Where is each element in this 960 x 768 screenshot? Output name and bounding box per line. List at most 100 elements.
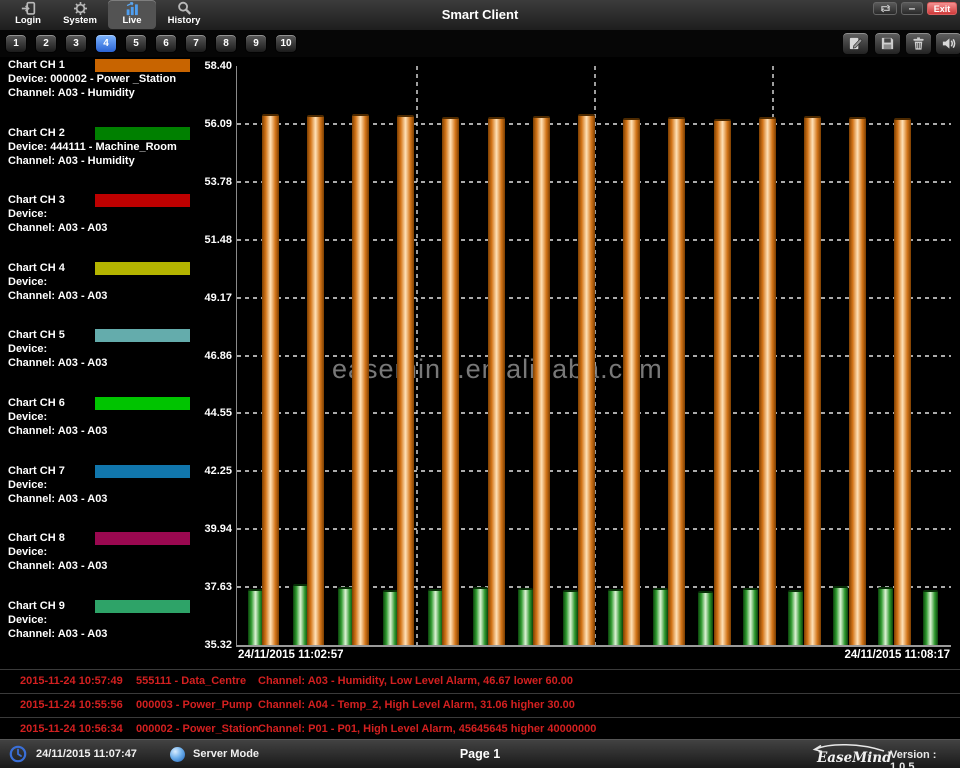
status-bar: 24/11/2015 11:07:47 Server Mode Page 1 E… — [0, 739, 960, 768]
y-axis-tick-label: 51.48 — [186, 234, 232, 246]
chart-bar-green-ch2 — [608, 589, 623, 645]
titlebar: LoginSystemLiveHistory Smart Client – Ex… — [0, 0, 960, 30]
channel-channel: Channel: A03 - Humidity — [8, 154, 230, 168]
chart-bar-green-ch2 — [293, 584, 308, 645]
exit-button[interactable]: Exit — [927, 2, 957, 15]
save-button[interactable] — [874, 32, 901, 55]
y-axis-tick-label: 44.55 — [186, 407, 232, 419]
audio-button[interactable] — [935, 32, 960, 55]
chart-bar-green-ch2 — [383, 590, 398, 645]
alarm-device: 000003 - Power_Pump — [136, 699, 252, 711]
y-axis-tick-label: 42.25 — [186, 465, 232, 477]
legend-item-ch2[interactable]: Chart CH 2Device: 444111 - Machine_RoomC… — [8, 126, 230, 168]
channel-device: Device: — [8, 275, 230, 289]
y-axis-tick-label: 58.40 — [186, 60, 232, 72]
page-tab-2[interactable]: 2 — [35, 34, 57, 53]
chart-bar-orange-ch1 — [894, 118, 911, 645]
channel-device: Device: — [8, 613, 230, 627]
page-tab-4[interactable]: 4 — [95, 34, 117, 53]
window-controls: – Exit — [873, 2, 957, 15]
chart-bar-green-ch2 — [428, 589, 443, 645]
chart-bar-orange-ch1 — [307, 115, 324, 645]
chart-bar-orange-ch1 — [804, 116, 821, 645]
channel-color-swatch — [95, 262, 190, 275]
edit-icon — [843, 36, 868, 51]
y-axis-tick-label: 49.17 — [186, 292, 232, 304]
channel-color-swatch — [95, 194, 190, 207]
version-label: Version : 1.0.5 — [890, 749, 960, 768]
channel-color-swatch — [95, 532, 190, 545]
chart-bar-green-ch2 — [878, 587, 893, 645]
page-tab-row: 123456789 10 — [0, 30, 960, 57]
chart-bar-orange-ch1 — [533, 116, 550, 645]
channel-color-swatch — [95, 465, 190, 478]
minimize-icon: – — [909, 4, 916, 13]
alarm-device: 555111 - Data_Centre — [136, 675, 246, 687]
channel-device: Device: — [8, 478, 230, 492]
smart-client-window: LoginSystemLiveHistory Smart Client – Ex… — [0, 0, 960, 768]
minimize-button[interactable]: – — [901, 2, 923, 15]
channel-color-swatch — [95, 127, 190, 140]
page-tab-8[interactable]: 8 — [215, 34, 237, 53]
alarm-message: Channel: P01 - P01, High Level Alarm, 45… — [258, 723, 596, 735]
app-title: Smart Client — [0, 7, 960, 22]
easemind-logo: EaseMind — [808, 742, 890, 768]
chart-plot-area: easemind.en.alibaba.com — [236, 66, 951, 647]
page-tab-7[interactable]: 7 — [185, 34, 207, 53]
alarm-time: 2015-11-24 10:55:56 — [20, 699, 123, 711]
y-axis-tick-label: 35.32 — [186, 639, 232, 651]
alarm-message: Channel: A04 - Temp_2, High Level Alarm,… — [258, 699, 575, 711]
page-tab-3[interactable]: 3 — [65, 34, 87, 53]
edit-button[interactable] — [842, 32, 869, 55]
page-tab-1[interactable]: 1 — [5, 34, 27, 53]
y-axis-tick-label: 37.63 — [186, 581, 232, 593]
y-axis-tick-label: 53.78 — [186, 176, 232, 188]
chart-bar-green-ch2 — [833, 586, 848, 645]
legend-item-ch3[interactable]: Chart CH 3Device:Channel: A03 - A03 — [8, 193, 230, 235]
chart-bar-orange-ch1 — [488, 117, 505, 645]
chart-bar-green-ch2 — [473, 587, 488, 645]
channel-channel: Channel: A03 - A03 — [8, 559, 230, 573]
channel-device: Device: — [8, 545, 230, 559]
chart-bar-orange-ch1 — [262, 114, 279, 645]
chart-bar-orange-ch1 — [442, 117, 459, 645]
channel-device: Device: 000002 - Power _Station — [8, 72, 230, 86]
save-icon — [875, 36, 900, 51]
switch-view-button[interactable] — [873, 2, 897, 15]
chart-bar-green-ch2 — [563, 590, 578, 645]
page-tab-5[interactable]: 5 — [125, 34, 147, 53]
channel-channel: Channel: A03 - A03 — [8, 424, 230, 438]
chart-bar-orange-ch1 — [352, 114, 369, 645]
channel-device: Device: 444111 - Machine_Room — [8, 140, 230, 154]
channel-color-swatch — [95, 329, 190, 342]
y-axis-tick-label: 56.09 — [186, 118, 232, 130]
channel-color-swatch — [95, 600, 190, 613]
switch-window-icon — [879, 0, 892, 18]
x-axis-start-label: 24/11/2015 11:02:57 — [238, 649, 344, 661]
alarm-message: Channel: A03 - Humidity, Low Level Alarm… — [258, 675, 573, 687]
channel-channel: Channel: A03 - A03 — [8, 492, 230, 506]
chart-bar-green-ch2 — [338, 587, 353, 645]
chart-bar-green-ch2 — [518, 588, 533, 645]
chart-bar-orange-ch1 — [578, 114, 595, 645]
brand-name: EaseMind — [817, 750, 892, 766]
chart-bar-orange-ch1 — [714, 119, 731, 645]
channel-color-swatch — [95, 59, 190, 72]
alarm-device: 000002 - Power_Station — [136, 723, 259, 735]
delete-button[interactable] — [905, 32, 932, 55]
y-axis-tick-label: 46.86 — [186, 350, 232, 362]
alarm-row[interactable]: 2015-11-24 10:57:49 555111 - Data_Centre C… — [0, 670, 960, 694]
alarm-time: 2015-11-24 10:57:49 — [20, 675, 123, 687]
legend-item-ch8[interactable]: Chart CH 8Device:Channel: A03 - A03 — [8, 531, 230, 573]
alarm-time: 2015-11-24 10:56:34 — [20, 723, 123, 735]
chart-bar-green-ch2 — [743, 588, 758, 645]
page-tab-6[interactable]: 6 — [155, 34, 177, 53]
chart-bar-green-ch2 — [653, 588, 668, 645]
page-tab-10[interactable]: 10 — [275, 34, 297, 53]
channel-channel: Channel: A03 - Humidity — [8, 86, 230, 100]
alarm-row[interactable]: 2015-11-24 10:55:56 000003 - Power_Pump Ch… — [0, 694, 960, 718]
alarm-list: 2015-11-24 10:57:49 555111 - Data_Centre C… — [0, 669, 960, 742]
page-tab-9[interactable]: 9 — [245, 34, 267, 53]
legend-item-ch9[interactable]: Chart CH 9Device:Channel: A03 - A03 — [8, 599, 230, 641]
chart-bar-green-ch2 — [923, 590, 938, 645]
